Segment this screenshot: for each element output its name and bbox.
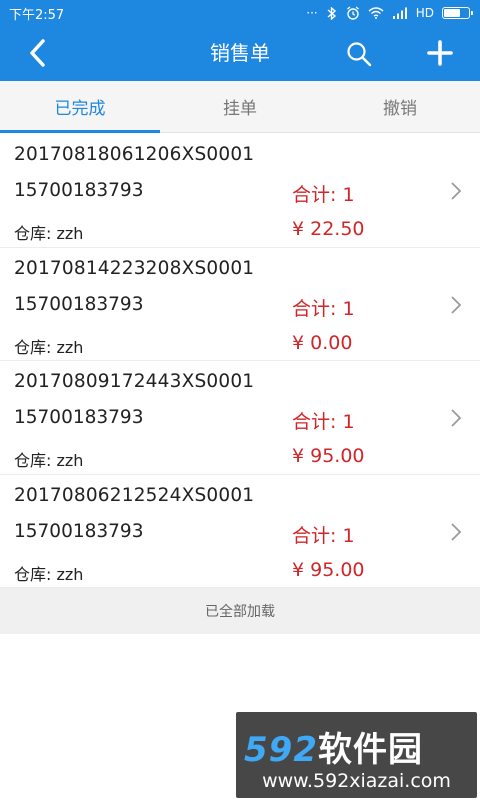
search-button[interactable] [344, 39, 374, 69]
wifi-icon [368, 7, 384, 19]
page-title: 销售单 [210, 41, 270, 65]
order-amount: ¥ 22.50 [292, 218, 365, 240]
order-total-count: 合计: 1 [292, 411, 355, 433]
customer-phone: 15700183793 [14, 407, 144, 428]
all-loaded-note: 已全部加载 [0, 588, 480, 634]
chevron-right-icon [451, 409, 462, 427]
chevron-right-icon [451, 522, 462, 541]
tab-pending[interactable]: 挂单 [160, 81, 320, 132]
watermark-brand-text: 软件园 [317, 730, 423, 770]
order-item[interactable]: 20170818061206XS0001 15700183793 合计: 1 仓… [0, 134, 480, 248]
order-item[interactable]: 20170806212524XS0001 15700183793 合计: 1 仓… [0, 474, 480, 588]
customer-phone: 15700183793 [14, 293, 144, 315]
alarm-icon [346, 6, 359, 20]
order-amount: ¥ 95.00 [292, 558, 365, 581]
order-number: 20170809172443XS0001 [14, 371, 255, 392]
warehouse-label: 仓库: zzh [14, 337, 84, 357]
watermark-url: www.592xiazai.com [262, 770, 451, 792]
order-list: 20170818061206XS0001 15700183793 合计: 1 仓… [0, 134, 480, 588]
watermark-brand-number: 592 [244, 730, 318, 770]
warehouse-label: 仓库: zzh [14, 564, 84, 584]
watermark-logo: 592软件园 www.592xiazai.com [236, 712, 477, 798]
warehouse-label: 仓库: zzh [14, 224, 84, 243]
status-bar: 下午2:57 ··· HD [0, 0, 480, 26]
battery-icon [442, 7, 473, 19]
chevron-right-icon [451, 295, 462, 314]
network-type: HD [415, 6, 434, 20]
order-total-count: 合计: 1 [292, 184, 355, 206]
chevron-right-icon [451, 182, 462, 200]
chevron-left-icon [30, 39, 45, 67]
watermark-brand: 592软件园 [244, 722, 423, 771]
warehouse-label: 仓库: zzh [14, 451, 84, 470]
add-button[interactable] [425, 38, 455, 68]
order-amount: ¥ 0.00 [292, 331, 353, 354]
order-item[interactable]: 20170809172443XS0001 15700183793 合计: 1 仓… [0, 361, 480, 475]
tab-completed[interactable]: 已完成 [0, 81, 160, 133]
status-dots: ··· [306, 6, 318, 20]
nav-bar: 销售单 [0, 26, 480, 81]
signal-icon [392, 7, 407, 19]
tab-bar: 已完成 挂单 撤销 [0, 81, 480, 133]
order-total-count: 合计: 1 [292, 297, 355, 320]
customer-phone: 15700183793 [14, 180, 144, 201]
order-item[interactable]: 20170814223208XS0001 15700183793 合计: 1 仓… [0, 247, 480, 361]
order-number: 20170806212524XS0001 [14, 484, 255, 506]
order-amount: ¥ 95.00 [292, 445, 365, 467]
app-header: 下午2:57 ··· HD 销售单 [0, 0, 480, 81]
customer-phone: 15700183793 [14, 520, 144, 542]
order-number: 20170818061206XS0001 [14, 144, 255, 165]
back-button[interactable] [22, 38, 52, 68]
plus-icon [427, 40, 453, 66]
order-total-count: 合计: 1 [292, 524, 355, 547]
status-time: 下午2:57 [9, 7, 65, 23]
order-number: 20170814223208XS0001 [14, 257, 255, 279]
status-icons: ··· HD [306, 6, 473, 20]
search-icon [347, 42, 372, 67]
bluetooth-icon [327, 6, 336, 20]
tab-cancelled[interactable]: 撤销 [320, 81, 480, 132]
